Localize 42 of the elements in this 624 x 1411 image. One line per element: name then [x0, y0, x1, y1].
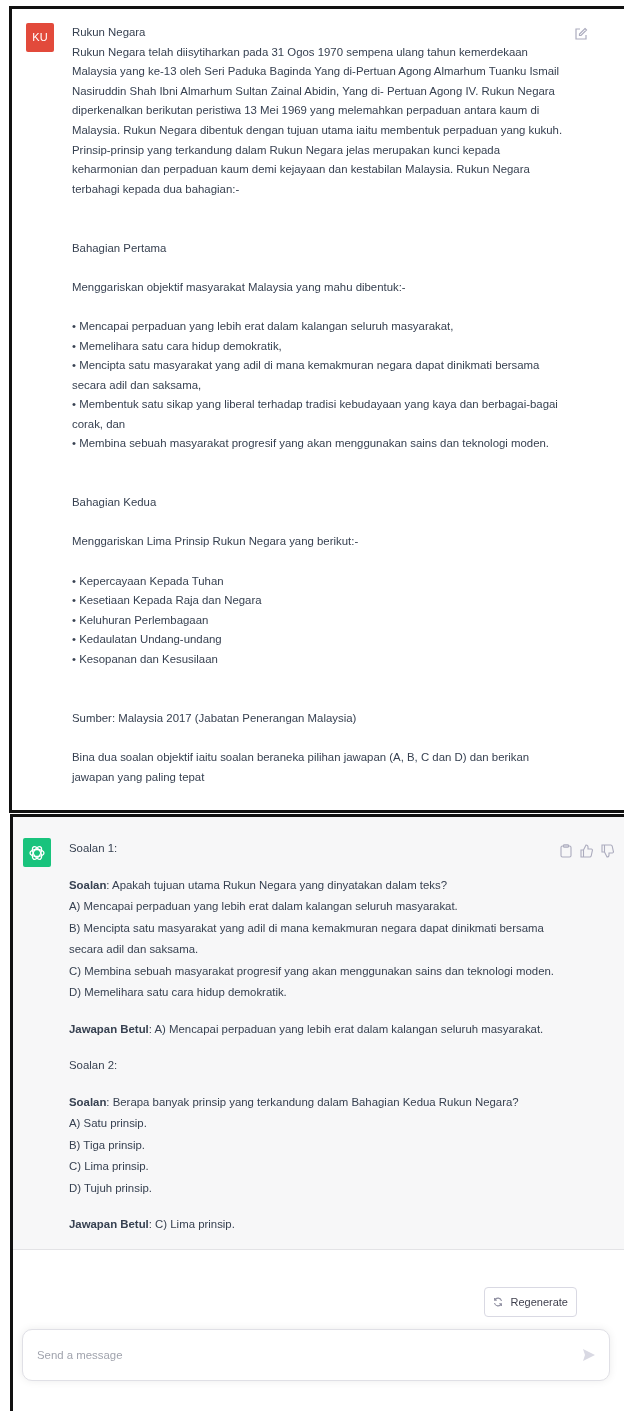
message-text: Rukun Negara: [72, 25, 147, 40]
message-text: • Kedaulatan Undang-undang: [72, 632, 223, 648]
message-text: • Mencipta satu masyarakat yang adil di mana kemakmuran negara dapat dinikmati bersama secara adil dan saksama,: [72, 358, 541, 393]
send-icon[interactable]: [582, 1348, 596, 1363]
message-text: Bahagian Kedua: [72, 495, 158, 511]
message-text: A) Mencapai perpaduan yang lebih erat dalam kalangan seluruh masyarakat.: [69, 899, 459, 915]
refresh-icon: [492, 1296, 503, 1307]
message-text: B) Tiga prinsip.: [69, 1137, 146, 1153]
message-text: A) Satu prinsip.: [69, 1116, 148, 1132]
thumbs-up-icon[interactable]: [580, 844, 593, 859]
message-text: Soalan: Apakah tujuan utama Rukun Negara yang dinyatakan dalam teks?: [69, 877, 449, 893]
message-text: • Membina sebuah masyarakat progresif yang akan menggunakan sains dan teknologi moden.: [72, 436, 550, 452]
message-input[interactable]: Send a message: [22, 1329, 610, 1382]
message-text: D) Tujuh prinsip.: [69, 1180, 153, 1196]
message-text: • Membentuk satu sikap yang liberal terhadap tradisi kebudayaan yang kaya dan berbagai-bagai corak, dan: [72, 397, 559, 432]
message-text: Soalan: Berapa banyak prinsip yang terkandung dalam Bahagian Kedua Rukun Negara?: [69, 1094, 520, 1110]
user-avatar: KU: [26, 23, 54, 52]
thumbs-down-icon[interactable]: [601, 844, 614, 859]
regenerate-button[interactable]: Regenerate: [483, 1286, 577, 1318]
knot-icon: [28, 843, 46, 862]
message-text: C) Membina sebuah masyarakat progresif yang akan menggunakan sains dan teknologi moden.: [69, 963, 556, 979]
clipboard-icon[interactable]: [560, 844, 572, 859]
message-text: • Mencapai perpaduan yang lebih erat dalam kalangan seluruh masyarakat,: [72, 318, 455, 334]
message-text: • Kesetiaan Kepada Raja dan Negara: [72, 593, 263, 609]
message-text: Rukun Negara telah diisytiharkan pada 31 Ogos 1970 sempena ulang tahun kemerdekaan Malaysia yang ke-13 oleh Seri Paduka Baginda Yang di-Pertuan Agong Almarhum Tuanku Ismail Nasiruddin Shah Ibni Almarhum Sultan Zainal Abidin, Yang di- Pertuan Agong IV. Rukun Negara diperkenalkan berikutan peristiwa 13 Mei 1969 yang melemahkan perpaduan antara kaum di Malaysia. Rukun Negara dibentuk dengan tujuan utama iaitu membentuk perpaduan yang kukuh. Prinsip-prinsip yang terkandung dalam Rukun Negara jelas merupakan kunci kepada keharmonian dan perpaduan kaum demi kejayaan dan kestabilan Malaysia. Rukun Negara terbahagi kepada dua bahagian:-: [72, 44, 564, 197]
message-text: Menggariskan Lima Prinsip Rukun Negara yang berikut:-: [72, 534, 360, 550]
message-text: Bina dua soalan objektif iaitu soalan beraneka pilihan jawapan (A, B, C dan D) dan berikan jawapan yang paling tepat: [72, 749, 531, 785]
message-text: B) Mencipta satu masyarakat yang adil di mana kemakmuran negara dapat dinikmati bersama secara adil dan saksama.: [69, 920, 545, 958]
message-text: Jawapan Betul: C) Lima prinsip.: [69, 1217, 236, 1233]
message-text: D) Memelihara satu cara hidup demokratik.: [69, 985, 288, 1001]
message-text: • Kesopanan dan Kesusilaan: [72, 652, 219, 667]
message-text: Jawapan Betul: A) Mencapai perpaduan yang lebih erat dalam kalangan seluruh masyarakat.: [69, 1021, 545, 1037]
message-text: Bahagian Pertama: [72, 240, 168, 256]
message-text: C) Lima prinsip.: [69, 1159, 150, 1175]
edit-icon[interactable]: [574, 27, 588, 41]
message-text: • Kepercayaan Kepada Tuhan: [72, 573, 225, 589]
message-text: • Keluhuran Perlembagaan: [72, 612, 210, 628]
message-text: • Memelihara satu cara hidup demokratik,: [72, 338, 283, 354]
message-text: Soalan 2:: [69, 1058, 119, 1074]
message-text: Sumber: Malaysia 2017 (Jabatan Penerangan Malaysia): [72, 710, 358, 726]
message-text: Menggariskan objektif masyarakat Malaysia yang mahu dibentuk:-: [72, 279, 407, 295]
message-text: Soalan 1:: [69, 841, 119, 857]
